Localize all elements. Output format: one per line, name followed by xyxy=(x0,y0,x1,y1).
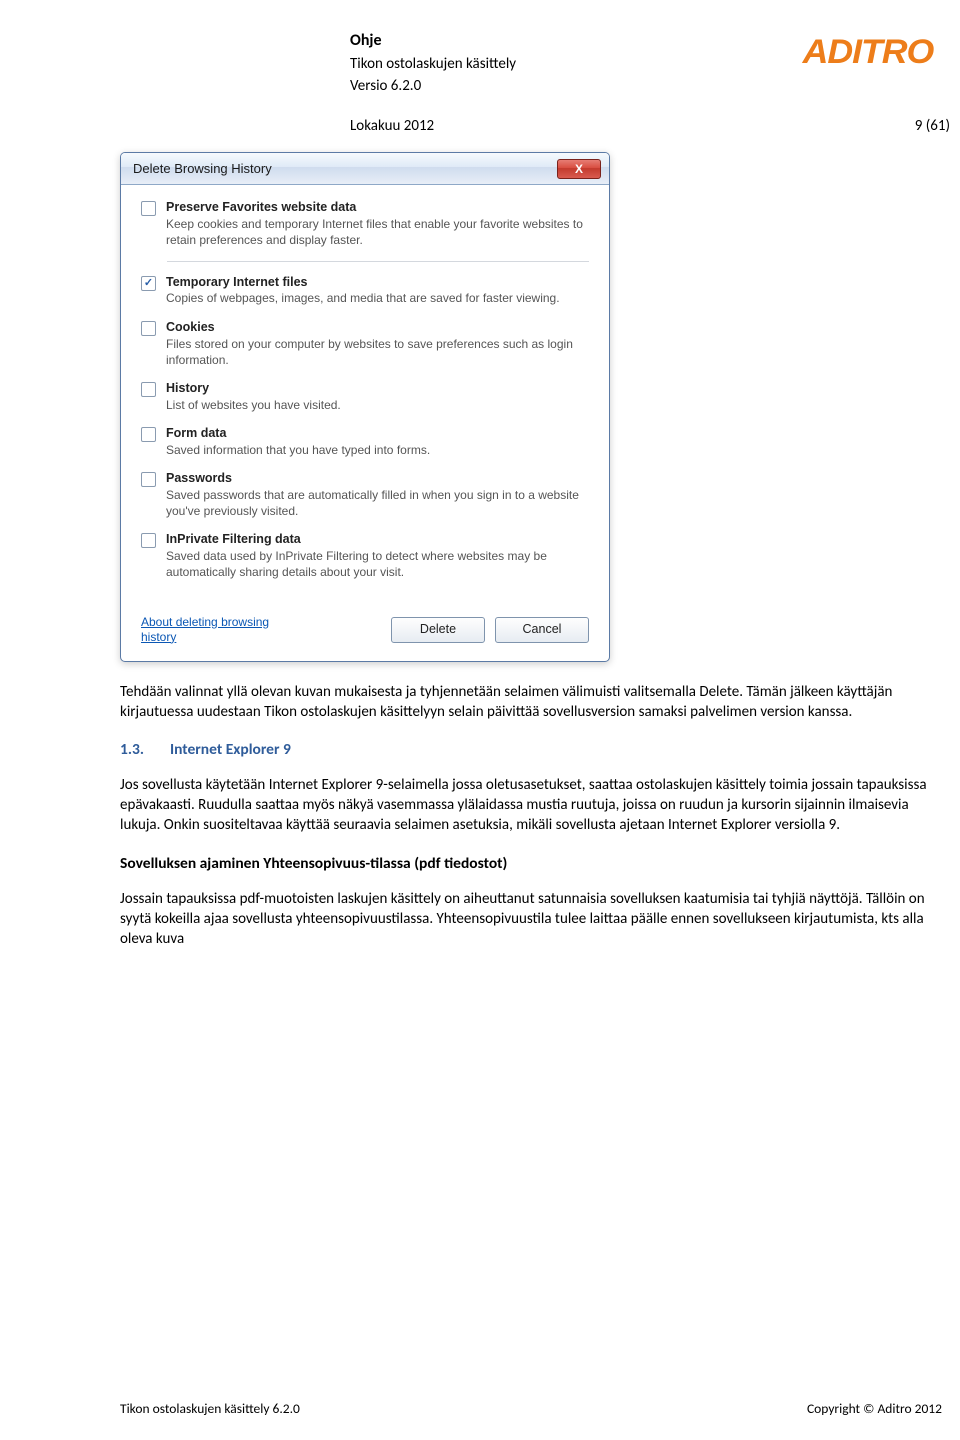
option-label: Temporary Internet files xyxy=(166,274,560,291)
close-button[interactable]: X xyxy=(557,159,601,179)
dialog-title: Delete Browsing History xyxy=(133,160,272,178)
paragraph: Jossain tapauksissa pdf-muotoisten lasku… xyxy=(120,889,950,950)
option-desc: Saved information that you have typed in… xyxy=(166,442,430,458)
option-desc: Saved passwords that are automatically f… xyxy=(166,487,589,519)
separator xyxy=(167,261,589,262)
page-number: 9 (61) xyxy=(915,116,950,136)
meta-row: Lokakuu 2012 9 (61) xyxy=(120,116,960,136)
paragraph: Tehdään valinnat yllä olevan kuvan mukai… xyxy=(120,682,950,723)
doc-title: Ohje xyxy=(350,30,516,52)
checkbox[interactable]: ✓ xyxy=(141,276,156,291)
section-number: 1.3. xyxy=(120,740,144,761)
option-label: Form data xyxy=(166,425,430,442)
doc-subtitle: Tikon ostolaskujen käsittely xyxy=(350,54,516,74)
page-footer: Tikon ostolaskujen käsittely 6.2.0 Copyr… xyxy=(120,1400,942,1418)
option-history[interactable]: History List of websites you have visite… xyxy=(141,380,589,413)
dialog-titlebar: Delete Browsing History X xyxy=(121,153,609,185)
checkbox[interactable] xyxy=(141,533,156,548)
checkbox[interactable] xyxy=(141,382,156,397)
checkbox[interactable] xyxy=(141,201,156,216)
delete-button[interactable]: Delete xyxy=(391,617,485,643)
checkbox[interactable] xyxy=(141,427,156,442)
checkbox[interactable] xyxy=(141,472,156,487)
section-title: Internet Explorer 9 xyxy=(170,740,291,761)
option-temp-files[interactable]: ✓ Temporary Internet files Copies of web… xyxy=(141,274,589,307)
footer-copyright: Copyright © Aditro 2012 xyxy=(699,1400,942,1418)
option-cookies[interactable]: Cookies Files stored on your computer by… xyxy=(141,319,589,368)
option-label: History xyxy=(166,380,341,397)
option-label: Passwords xyxy=(166,470,589,487)
about-link[interactable]: About deleting browsing history xyxy=(141,615,281,645)
option-form-data[interactable]: Form data Saved information that you hav… xyxy=(141,425,589,458)
delete-history-dialog: Delete Browsing History X Preserve Favor… xyxy=(120,152,610,661)
paragraph: Jos sovellusta käytetään Internet Explor… xyxy=(120,775,950,836)
section-heading: 1.3. Internet Explorer 9 xyxy=(120,740,960,761)
option-desc: List of websites you have visited. xyxy=(166,397,341,413)
option-inprivate[interactable]: InPrivate Filtering data Saved data used… xyxy=(141,531,589,580)
option-desc: Saved data used by InPrivate Filtering t… xyxy=(166,548,589,580)
option-desc: Files stored on your computer by website… xyxy=(166,336,589,368)
brand-logo: ADITRO xyxy=(802,30,943,76)
option-passwords[interactable]: Passwords Saved passwords that are autom… xyxy=(141,470,589,519)
sub-heading: Sovelluksen ajaminen Yhteensopivuus-tila… xyxy=(120,854,960,875)
option-label: Preserve Favorites website data xyxy=(166,199,589,216)
close-icon: X xyxy=(575,161,583,177)
page-header: Ohje Tikon ostolaskujen käsittely Versio… xyxy=(120,30,960,98)
option-desc: Copies of webpages, images, and media th… xyxy=(166,290,560,306)
option-favorites[interactable]: Preserve Favorites website data Keep coo… xyxy=(141,199,589,248)
footer-left: Tikon ostolaskujen käsittely 6.2.0 xyxy=(120,1400,300,1418)
doc-date: Lokakuu 2012 xyxy=(350,116,434,136)
option-label: Cookies xyxy=(166,319,589,336)
checkbox[interactable] xyxy=(141,321,156,336)
option-desc: Keep cookies and temporary Internet file… xyxy=(166,216,589,248)
doc-version: Versio 6.2.0 xyxy=(350,76,516,96)
cancel-button[interactable]: Cancel xyxy=(495,617,589,643)
option-label: InPrivate Filtering data xyxy=(166,531,589,548)
